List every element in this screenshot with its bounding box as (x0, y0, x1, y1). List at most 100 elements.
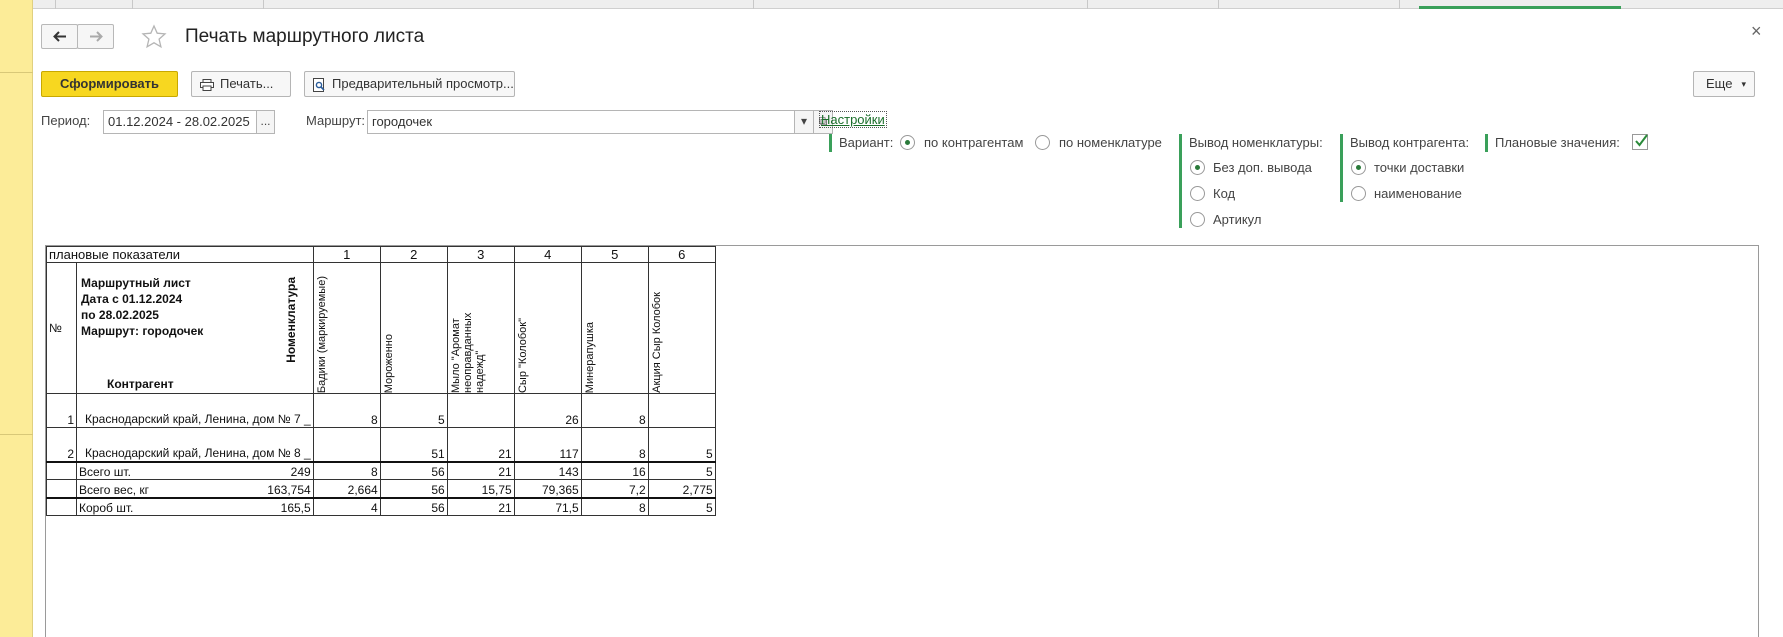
counterparty-cell: Краснодарский край, Ленина, дом № 8 _ (76, 427, 314, 462)
back-button[interactable] (41, 24, 78, 49)
value-cell: 117 (513, 427, 582, 462)
total-cell: 143 (513, 460, 582, 480)
column-number: 4 (513, 246, 582, 263)
printer-icon (200, 78, 214, 91)
report-window: Печать маршрутного листа × Сформировать … (33, 9, 1783, 637)
contr-delivery-point-radio[interactable] (1351, 160, 1366, 175)
variant-by-counterparty-radio[interactable] (900, 135, 915, 150)
variant-group-bar (829, 134, 832, 152)
contr-group-bar (1340, 134, 1343, 202)
nomen-article-radio[interactable] (1190, 212, 1205, 227)
period-select-button[interactable]: ... (256, 110, 275, 134)
planned-values-checkbox[interactable] (1632, 134, 1648, 150)
arrow-left-icon (53, 31, 66, 42)
variant-option-label: по контрагентам (924, 135, 1024, 150)
print-button[interactable]: Печать... (191, 71, 291, 97)
report-document[interactable]: плановые показатели 1 2 3 4 5 6 № Маршру… (45, 245, 1759, 637)
total-cell: 21 (446, 460, 515, 480)
nomen-group-bar (1179, 134, 1182, 228)
generate-button[interactable]: Сформировать (41, 71, 178, 97)
product-header: Сыр "Колобок" (516, 317, 529, 393)
favorite-star-icon[interactable] (141, 24, 167, 50)
checkmark-icon (1635, 134, 1648, 147)
row-number: 1 (46, 393, 77, 428)
nomen-option-label: Без доп. вывода (1213, 160, 1312, 175)
left-panel-divider (0, 72, 33, 73)
value-cell (647, 393, 716, 428)
total-cell: 5 (647, 497, 716, 516)
print-label: Печать... (220, 76, 274, 91)
total-row: Всего вес, кг 163,754 2,664 56 15,75 79,3… (46, 479, 716, 499)
total-label: Всего шт. (79, 465, 131, 479)
value-cell (446, 393, 515, 428)
row-number: 2 (46, 427, 77, 462)
route-label: Маршрут: (306, 113, 366, 128)
tab-strip[interactable] (33, 0, 1783, 9)
forward-button[interactable] (77, 24, 114, 49)
header-line: Маршрут: городочек (81, 324, 204, 338)
total-cell: 16 (580, 460, 649, 480)
total-row: Короб шт. 165,5 4 56 21 71,5 8 5 (46, 497, 716, 516)
value-cell: 8 (580, 393, 649, 428)
total-cell: 2,775 (647, 479, 716, 499)
total-cell: 2,664 (312, 479, 381, 499)
total-cell: 5 (647, 460, 716, 480)
nomen-option-label: Код (1213, 186, 1236, 201)
number-header: № (46, 262, 77, 394)
product-header: Мороженно (382, 333, 395, 393)
total-value: 163,754 (267, 482, 311, 497)
total-value: 165,5 (280, 501, 311, 515)
table-row: 2 Краснодарский край, Ленина, дом № 8 _ … (46, 427, 716, 462)
total-row: Всего шт. 249 8 56 21 143 16 5 (46, 460, 716, 480)
value-cell: 5 (379, 393, 448, 428)
product-header: Минерапушка (583, 321, 596, 393)
period-field[interactable]: 01.12.2024 - 28.02.2025 (103, 110, 257, 134)
close-icon[interactable]: × (1751, 21, 1762, 42)
preview-button[interactable]: Предварительный просмотр... (304, 71, 515, 97)
total-cell: 8 (580, 497, 649, 516)
value-cell: 5 (647, 427, 716, 462)
nomen-option-label: Артикул (1213, 212, 1262, 227)
value-cell: 26 (513, 393, 582, 428)
route-dropdown-icon[interactable]: ▾ (794, 110, 814, 134)
value-cell: 21 (446, 427, 515, 462)
more-button[interactable]: Еще ▾ (1693, 71, 1755, 97)
left-panel (0, 0, 33, 637)
nomen-code-radio[interactable] (1190, 186, 1205, 201)
contr-name-radio[interactable] (1351, 186, 1366, 201)
route-field[interactable]: городочек (367, 110, 795, 134)
total-value: 249 (290, 465, 311, 479)
total-cell: 56 (379, 497, 448, 516)
total-label: Всего вес, кг (79, 482, 150, 497)
total-cell: 8 (312, 460, 381, 480)
total-cell: 56 (379, 460, 448, 480)
planned-values-label: Плановые значения: (1495, 135, 1620, 150)
total-label-cell: Короб шт. 165,5 (76, 497, 314, 516)
total-label-cell: Всего вес, кг 163,754 (76, 479, 314, 499)
contr-output-label: Вывод контрагента: (1350, 135, 1470, 150)
column-number: 5 (580, 246, 649, 263)
contr-option-label: точки доставки (1374, 160, 1465, 175)
total-cell: 15,75 (446, 479, 515, 499)
value-cell: 51 (379, 427, 448, 462)
more-label: Еще (1706, 76, 1733, 91)
arrow-right-icon (90, 31, 103, 42)
header-line: Маршрутный лист (81, 276, 191, 290)
variant-option-label: по номенклатуре (1059, 135, 1162, 150)
period-label: Период: (41, 113, 91, 128)
value-cell: 8 (312, 393, 381, 428)
total-cell: 79,365 (513, 479, 582, 499)
table-row: 1 Краснодарский край, Ленина, дом № 7 _ … (46, 393, 716, 428)
settings-link[interactable]: Настройки (819, 111, 887, 128)
product-header: Мыло "Аромат неоправданных надежд" (449, 312, 486, 393)
total-cell: 7,2 (580, 479, 649, 499)
value-cell: 8 (580, 427, 649, 462)
column-number: 1 (312, 246, 381, 263)
nomen-none-radio[interactable] (1190, 160, 1205, 175)
value-cell (312, 427, 381, 462)
column-number: 3 (446, 246, 515, 263)
total-cell: 71,5 (513, 497, 582, 516)
total-cell: 56 (379, 479, 448, 499)
column-number: 2 (379, 246, 448, 263)
variant-by-nomenclature-radio[interactable] (1035, 135, 1050, 150)
